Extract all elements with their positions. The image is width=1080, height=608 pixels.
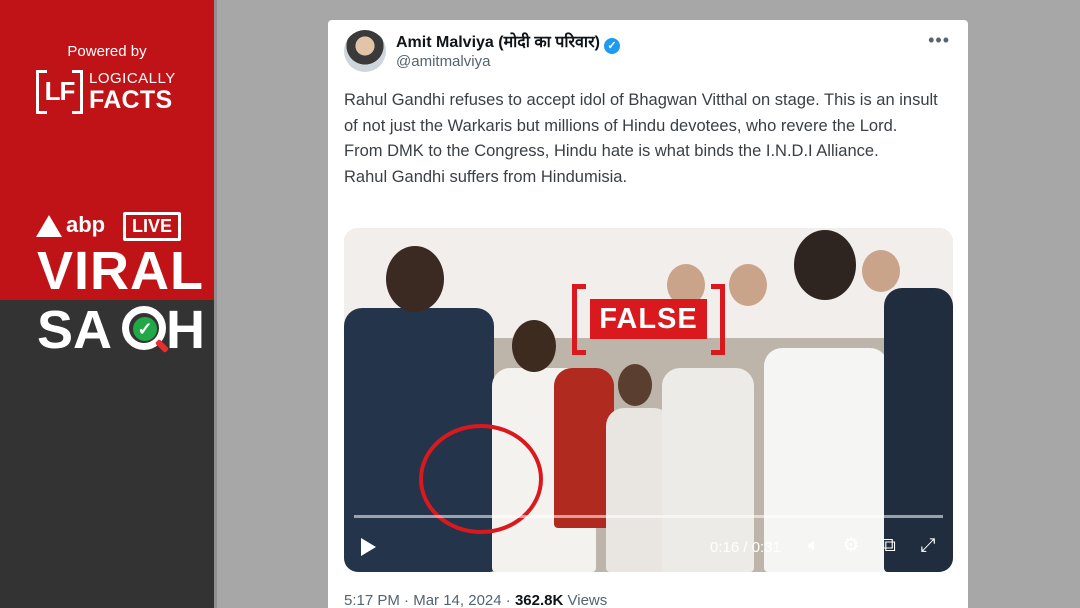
sach-end: H (166, 300, 205, 360)
tweet-text-line: Rahul Gandhi refuses to accept idol of B… (344, 91, 938, 135)
pip-icon[interactable]: ⧉ (877, 534, 901, 558)
sach-wordmark: SA ✓ H (37, 300, 205, 360)
more-options-icon[interactable]: ••• (928, 30, 950, 51)
check-icon: ✓ (133, 317, 157, 341)
brand-divider (214, 0, 217, 608)
video-progress-bar[interactable] (354, 515, 943, 518)
duration: 0:31 (751, 539, 781, 556)
avatar[interactable] (344, 30, 386, 72)
tweet-text-line: Rahul Gandhi suffers from Hindumisia. (344, 167, 628, 186)
abp-wordmark: abp (66, 212, 106, 237)
video-timecode: 0:16 / 0:31 (710, 539, 781, 556)
play-icon[interactable] (361, 538, 376, 556)
tweet-text: Rahul Gandhi refuses to accept idol of B… (344, 88, 954, 190)
tweet-date[interactable]: Mar 14, 2024 (413, 592, 501, 608)
false-bracket-right (711, 284, 725, 355)
sach-start: SA (37, 300, 113, 360)
timecode-separator: / (739, 539, 752, 556)
author-handle[interactable]: @amitmalviya (396, 53, 490, 70)
viral-wordmark: VIRAL (37, 241, 204, 301)
poster-face (729, 264, 767, 306)
tweet-text-line: From DMK to the Congress, Hindu hate is … (344, 142, 879, 160)
tweet-meta: 5:17 PM · Mar 14, 2024 · 362.8K Views (344, 592, 608, 608)
live-label: LIVE (126, 215, 178, 238)
tweet-time[interactable]: 5:17 PM (344, 592, 400, 608)
magnifier-check-icon: ✓ (122, 306, 170, 354)
settings-icon[interactable]: ⚙ (839, 534, 863, 558)
person-head (512, 320, 556, 372)
person-head (618, 364, 652, 406)
fullscreen-icon[interactable]: ⤢ (916, 534, 940, 558)
volume-icon[interactable]: 🔈︎ (802, 534, 826, 558)
false-label: FALSE (590, 299, 707, 339)
live-badge: LIVE (123, 212, 181, 241)
verified-badge-icon: ✓ (603, 38, 620, 54)
lf-mark: LF (36, 70, 83, 114)
person-head (386, 246, 444, 312)
views-count: 362.8K (514, 592, 564, 608)
lf-word-facts: FACTS (89, 86, 173, 114)
video-controls: 0:16 / 0:31 🔈︎ ⚙ ⧉ ⤢ (344, 524, 953, 572)
person-head (794, 230, 856, 300)
false-stamp: FALSE (572, 284, 725, 355)
lf-word-logically: LOGICALLY (89, 70, 176, 87)
logically-facts-logo: LF LOGICALLY FACTS (36, 70, 186, 114)
abp-live-logo: abp LIVE (36, 211, 186, 243)
video-player[interactable]: FALSE 0:16 / 0:31 🔈︎ ⚙ ⧉ ⤢ (344, 228, 953, 572)
author-name-row[interactable]: Amit Malviya (मोदी का परिवार) ✓ (396, 30, 620, 54)
current-time: 0:16 (710, 539, 740, 556)
poster-face (862, 250, 900, 292)
author-name[interactable]: Amit Malviya (मोदी का परिवार) (396, 34, 600, 51)
garland (554, 368, 614, 528)
powered-by-label: Powered by (67, 43, 147, 60)
false-bracket-left (572, 284, 586, 355)
views-label: Views (567, 592, 608, 608)
abp-triangle-icon (36, 215, 62, 237)
